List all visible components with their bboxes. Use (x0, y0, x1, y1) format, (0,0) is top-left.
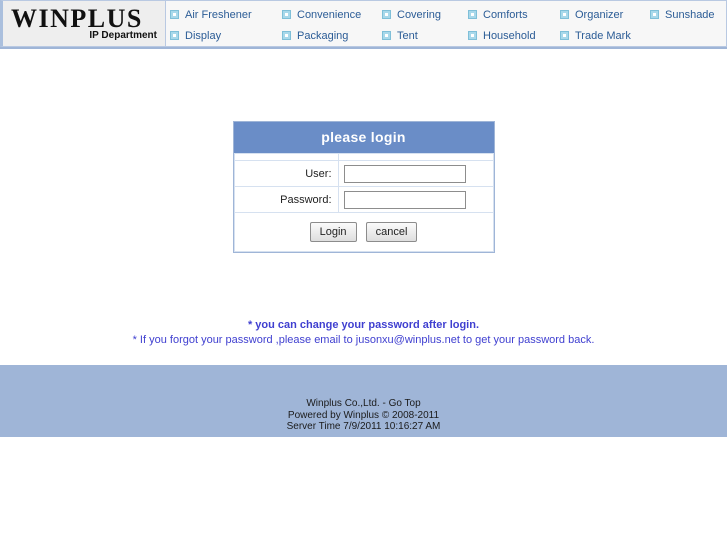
nav-item-comforts[interactable]: Comforts (468, 8, 560, 22)
nav-label: Tent (397, 29, 418, 42)
nav-item-packaging[interactable]: Packaging (282, 29, 382, 43)
user-input[interactable] (343, 164, 466, 183)
password-row: Password: (233, 186, 494, 213)
menu-square-icon (282, 10, 291, 19)
menu-square-icon (382, 10, 391, 19)
nav-label: Sunshade (665, 8, 715, 21)
page-bottom-blank (0, 437, 727, 545)
nav-item-covering[interactable]: Covering (382, 8, 468, 22)
spacer-left (233, 153, 339, 161)
user-row: User: (233, 160, 494, 187)
password-label: Password: (233, 186, 339, 213)
menu-square-icon (560, 31, 569, 40)
password-input[interactable] (343, 190, 466, 209)
footer-company-link[interactable]: Winplus Co.,Ltd. - Go Top (0, 398, 727, 410)
nav-item-trade-mark[interactable]: Trade Mark (560, 29, 650, 43)
password-field-cell (337, 186, 494, 213)
nav-label: Convenience (297, 8, 362, 21)
menu-square-icon (170, 31, 179, 40)
nav-label: Trade Mark (575, 29, 631, 42)
menu-square-icon (468, 31, 477, 40)
buttons-row: Login cancel (233, 212, 494, 252)
nav-item-organizer[interactable]: Organizer (560, 8, 650, 22)
login-panel: please login User: Password: Login cance… (232, 121, 495, 253)
login-form: User: Password: Login cancel (233, 153, 494, 252)
nav-label: Covering (397, 8, 442, 21)
footer-powered-by: Powered by Winplus © 2008-2011 (287, 409, 440, 421)
nav-item-display[interactable]: Display (170, 29, 282, 43)
logo-wordmark: WINPLUS (11, 4, 143, 33)
main-content: please login User: Password: Login cance… (0, 49, 727, 365)
nav-label: Display (185, 29, 222, 42)
site-footer: Winplus Co.,Ltd. - Go Top Powered by Win… (0, 365, 727, 437)
menu-square-icon (382, 31, 391, 40)
note-change-password: * you can change your password after log… (247, 319, 480, 331)
nav-label: Air Freshener (185, 8, 252, 21)
footer-server-time: Server Time 7/9/2011 10:16:27 AM (286, 421, 441, 432)
cancel-button[interactable]: cancel (365, 222, 418, 242)
user-label: User: (233, 160, 339, 187)
buttons-cell: Login cancel (233, 212, 494, 252)
login-panel-wrapper: please login User: Password: Login cance… (0, 49, 727, 253)
nav-grid: Air Freshener Convenience Covering Comfo… (170, 4, 726, 46)
logo-department: IP Department (89, 30, 157, 41)
login-button[interactable]: Login (309, 222, 357, 242)
login-panel-title: please login (233, 122, 494, 153)
spacer-right (337, 153, 494, 161)
menu-square-icon (650, 10, 659, 19)
nav-label: Packaging (297, 29, 349, 42)
nav-label: Household (483, 29, 536, 42)
logo[interactable]: WINPLUS IP Department (0, 0, 166, 47)
user-field-cell (337, 160, 494, 187)
nav-item-convenience[interactable]: Convenience (282, 8, 382, 22)
nav-item-household[interactable]: Household (468, 29, 560, 43)
nav-item-tent[interactable]: Tent (382, 29, 468, 43)
nav-label: Organizer (575, 8, 624, 21)
form-spacer-row (233, 153, 494, 161)
site-header: WINPLUS IP Department Air Freshener Conv… (0, 0, 727, 49)
menu-square-icon (170, 10, 179, 19)
menu-square-icon (560, 10, 569, 19)
menu-square-icon (282, 31, 291, 40)
nav-item-sunshade[interactable]: Sunshade (650, 8, 726, 22)
nav-label: Comforts (483, 8, 528, 21)
note-forgot-password: * If you forgot your password ,please em… (132, 334, 595, 346)
nav-item-air-freshener[interactable]: Air Freshener (170, 8, 282, 22)
help-notes: * you can change your password after log… (0, 319, 727, 347)
main-navigation: Air Freshener Convenience Covering Comfo… (166, 0, 727, 47)
menu-square-icon (468, 10, 477, 19)
